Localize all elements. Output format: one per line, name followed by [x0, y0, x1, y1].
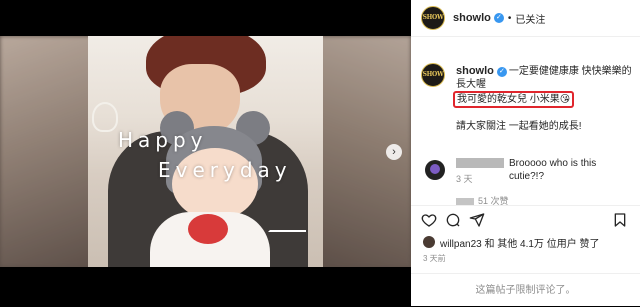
comments-disabled-notice: 这篇帖子限制评论了。	[411, 273, 640, 307]
author-username[interactable]: showlo	[453, 12, 491, 24]
caption-line3: 請大家關注 一起看她的成長!	[456, 121, 582, 132]
caption-timestamp: 3 天	[456, 174, 473, 184]
bear-doodle-icon	[92, 102, 118, 132]
comment-text: Brooooo who is this cutie?!?	[509, 158, 597, 182]
comment-bubble-icon[interactable]	[445, 212, 461, 228]
overlay-text-line2: Everyday	[158, 158, 292, 182]
heart-icon[interactable]	[421, 212, 437, 228]
caption: showlo ✓ 一定要健健康康 快快樂樂的長大喔 我可愛的乾女兒 小米果😘 請大家…	[453, 65, 634, 133]
next-slide-button[interactable]: ›	[386, 144, 402, 160]
action-bar	[411, 205, 640, 234]
likes-summary: willpan23 和 其他 4.1万 位用户 赞了	[411, 233, 640, 251]
post-detail-panel: SHOW showlo ✓ • 已关注 SHOW showlo ✓ 一定要健健康康 …	[411, 0, 640, 306]
liker-avatar[interactable]	[423, 236, 435, 248]
follow-status-button[interactable]: 已关注	[515, 11, 545, 26]
bookmark-icon[interactable]	[612, 212, 628, 228]
share-paper-plane-icon[interactable]	[469, 212, 485, 228]
likes-text[interactable]: willpan23 和 其他 4.1万 位用户 赞了	[440, 235, 600, 250]
commenter-username-redacted	[456, 158, 504, 168]
caption-verified-icon: ✓	[496, 67, 507, 77]
commenter-avatar[interactable]	[425, 160, 445, 180]
author-avatar[interactable]: SHOW	[421, 6, 445, 30]
caption-avatar[interactable]: SHOW	[421, 63, 445, 87]
caption-highlight: 我可愛的乾女兒 小米果😘	[453, 91, 575, 108]
post-header: SHOW showlo ✓ • 已关注	[411, 0, 640, 37]
post-media[interactable]: Happy Everyday › 🔇	[0, 36, 411, 267]
header-separator: •	[507, 12, 512, 24]
caption-username[interactable]: showlo	[456, 65, 494, 77]
boat-doodle-icon	[268, 216, 306, 232]
verified-badge-icon: ✓	[493, 13, 504, 23]
post-photo[interactable]: Happy Everyday	[88, 36, 323, 267]
media-blur-left	[0, 36, 100, 267]
overlay-text-line1: Happy	[118, 128, 208, 152]
photo-baby-bib	[188, 214, 228, 244]
post-timestamp[interactable]: 3 天前	[423, 253, 446, 264]
